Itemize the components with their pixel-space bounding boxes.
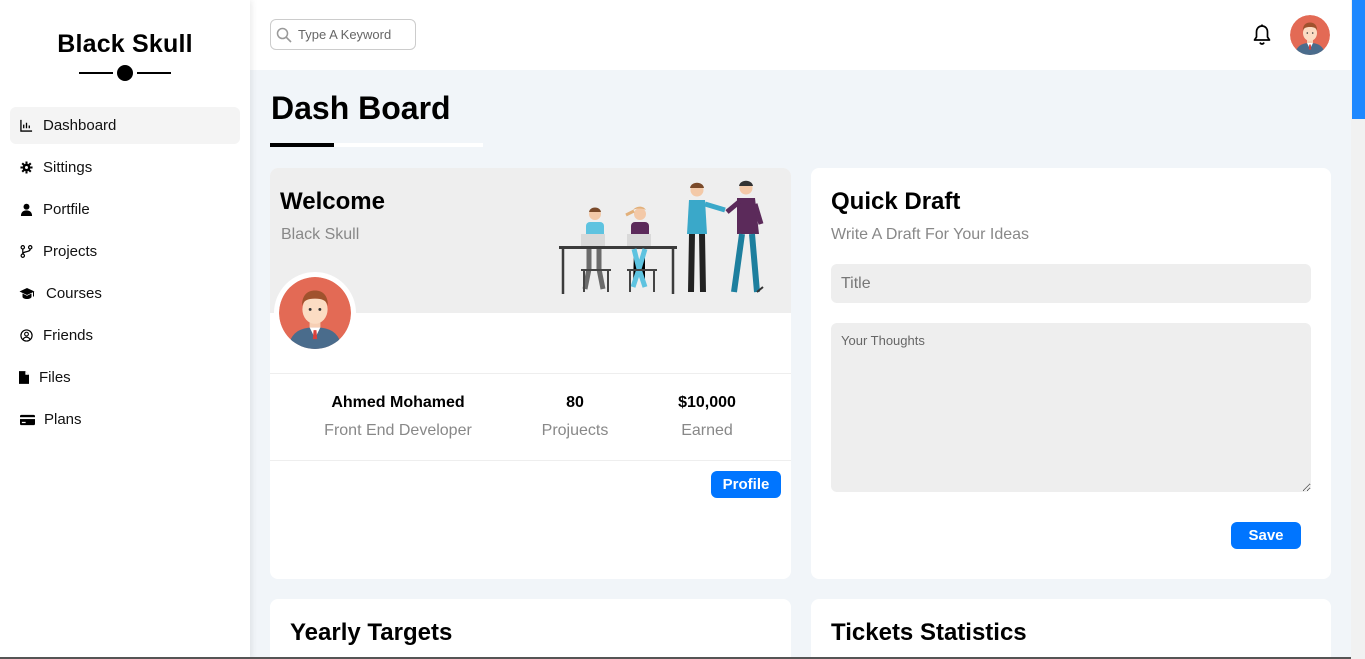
- sidebar-item-friends[interactable]: Friends: [10, 317, 240, 354]
- profile-avatar: [274, 272, 356, 354]
- yearly-targets-title: Yearly Targets: [290, 619, 453, 646]
- user-icon: [18, 202, 34, 218]
- sidebar-item-portfile[interactable]: Portfile: [10, 191, 240, 228]
- credit-card-icon: [18, 412, 36, 428]
- user-role: Front End Developer: [324, 422, 472, 439]
- draft-subtitle: Write A Draft For Your Ideas: [831, 226, 1030, 243]
- sidebar-item-plans[interactable]: Plans: [10, 401, 240, 438]
- search-input[interactable]: [298, 20, 413, 49]
- search-box[interactable]: [270, 19, 416, 50]
- user-circle-icon: [18, 328, 34, 344]
- sidebar-item-files[interactable]: Files: [10, 359, 240, 396]
- brand-decoration: [79, 65, 171, 81]
- branch-icon: [18, 244, 34, 260]
- stat-projects: 80 Projuects: [525, 394, 625, 440]
- tickets-statistics-card: Tickets Statistics: [811, 599, 1331, 659]
- earned-value: $10,000: [678, 394, 736, 411]
- avatar[interactable]: [1290, 15, 1330, 55]
- search-icon: [276, 27, 292, 43]
- sidebar: Black Skull Dashboard Sittings Portfile: [0, 0, 250, 659]
- projects-label: Projuects: [541, 422, 609, 439]
- welcome-card: Welcome Black Skull Ahmed Mohamed Front …: [270, 168, 791, 579]
- quick-draft-card: Quick Draft Write A Draft For Your Ideas…: [811, 168, 1331, 579]
- profile-button[interactable]: Profile: [711, 471, 781, 498]
- scrollbar-thumb[interactable]: [1352, 0, 1365, 119]
- welcome-subtitle: Black Skull: [281, 226, 360, 243]
- welcome-header: Welcome Black Skull: [270, 168, 791, 354]
- title-underline: [270, 143, 483, 147]
- brand-name: Black Skull: [57, 30, 193, 58]
- stat-earned: $10,000 Earned: [657, 394, 757, 440]
- sidebar-item-label: Projects: [43, 243, 98, 260]
- sidebar-item-label: Dashboard: [43, 117, 117, 134]
- sidebar-item-projects[interactable]: Projects: [10, 233, 240, 270]
- topbar: [250, 0, 1351, 70]
- stat-name: Ahmed Mohamed Front End Developer: [298, 394, 498, 440]
- graduation-cap-icon: [18, 286, 36, 302]
- sidebar-item-label: Files: [39, 369, 71, 386]
- projects-value: 80: [566, 394, 584, 411]
- team-illustration: [557, 174, 785, 299]
- divider: [270, 373, 791, 374]
- sidebar-item-label: Plans: [44, 411, 82, 428]
- sidebar-item-label: Sittings: [43, 159, 93, 176]
- sidebar-item-label: Portfile: [43, 201, 90, 218]
- yearly-targets-card: Yearly Targets: [270, 599, 791, 659]
- page-title: Dash Board: [271, 90, 451, 126]
- gear-icon: [18, 160, 34, 176]
- divider: [270, 460, 791, 461]
- welcome-title: Welcome: [280, 188, 385, 215]
- sidebar-item-courses[interactable]: Courses: [10, 275, 240, 312]
- sidebar-item-settings[interactable]: Sittings: [10, 149, 240, 186]
- chart-icon: [18, 118, 34, 134]
- tickets-statistics-title: Tickets Statistics: [831, 619, 1027, 646]
- sidebar-item-dashboard[interactable]: Dashboard: [10, 107, 240, 144]
- sidebar-nav: Dashboard Sittings Portfile Projects Cou…: [0, 107, 250, 438]
- save-button[interactable]: Save: [1231, 522, 1301, 549]
- page-scrollbar[interactable]: [1351, 0, 1365, 659]
- sidebar-item-label: Courses: [46, 285, 102, 302]
- user-name: Ahmed Mohamed: [331, 394, 465, 411]
- file-icon: [18, 370, 30, 386]
- draft-title: Quick Draft: [831, 188, 961, 215]
- sidebar-item-label: Friends: [43, 327, 94, 344]
- earned-label: Earned: [681, 422, 733, 439]
- draft-thoughts-textarea[interactable]: [831, 323, 1311, 492]
- bell-icon[interactable]: [1252, 24, 1272, 46]
- draft-title-input[interactable]: [831, 264, 1311, 303]
